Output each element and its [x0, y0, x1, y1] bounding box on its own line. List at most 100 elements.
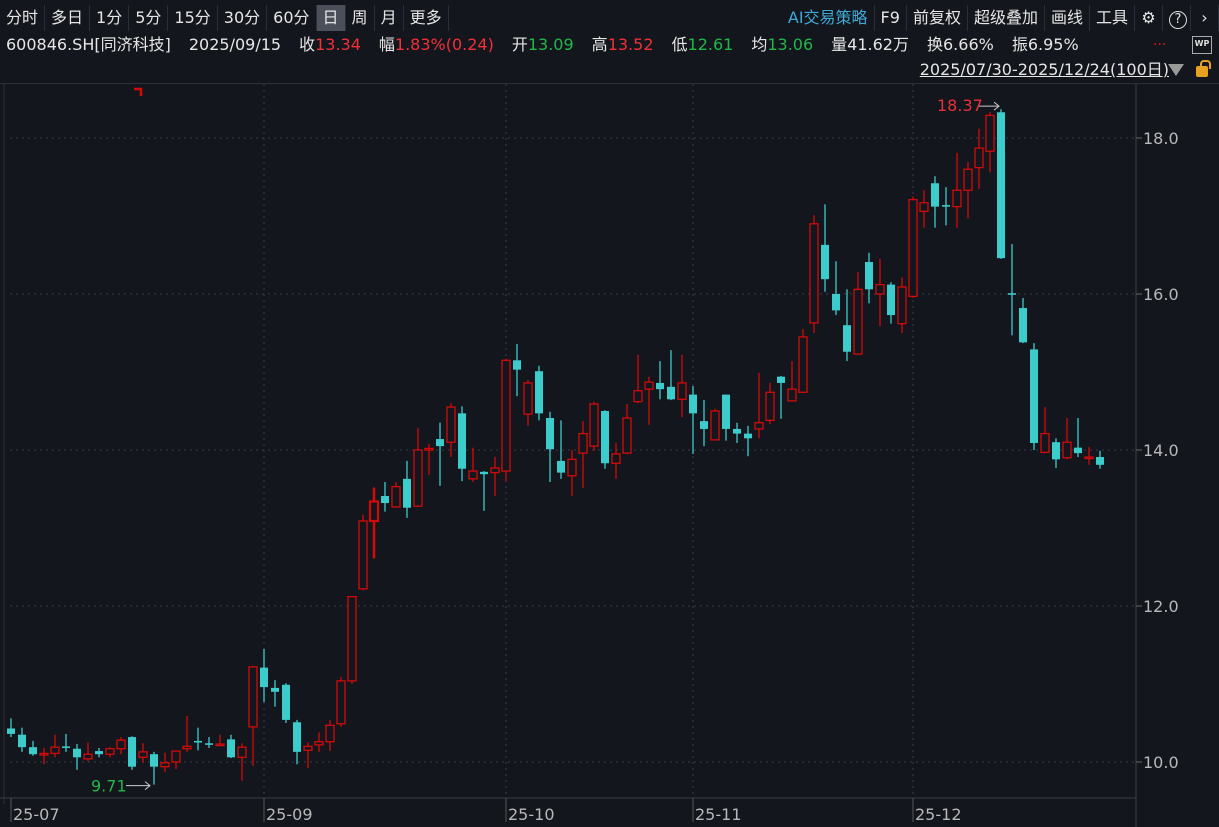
candle [160, 752, 170, 773]
candle [578, 421, 588, 489]
period-tab[interactable]: 30分 [218, 5, 268, 31]
candle-body [578, 432, 588, 454]
candle-body [1008, 293, 1016, 295]
toolbar-button[interactable]: AI交易策略 [782, 5, 875, 31]
candle-body [424, 447, 434, 451]
more-indicator[interactable]: ... [1153, 33, 1166, 49]
candle [1019, 297, 1027, 344]
y-tick-label: 16.0 [1143, 285, 1179, 304]
candle [138, 743, 148, 763]
y-tick-label: 12.0 [1143, 597, 1179, 616]
period-tab[interactable]: 60分 [267, 5, 317, 31]
candle [546, 411, 554, 482]
candle [358, 514, 368, 591]
symbol: 600846.SH[同济科技] [6, 35, 171, 54]
period-tab[interactable]: 15分 [168, 5, 218, 31]
candle [83, 742, 93, 762]
period-tab[interactable]: 更多 [404, 5, 449, 31]
date: 2025/09/15 [188, 35, 282, 54]
candle [611, 442, 621, 479]
chevron-right-icon[interactable]: › [1191, 5, 1219, 31]
period-tab[interactable]: 5分 [129, 5, 169, 31]
candle-body [248, 666, 258, 728]
candle-body [744, 433, 752, 439]
candle [128, 736, 136, 770]
high-annotation: 18.37 [937, 96, 983, 115]
period-tab[interactable]: 周 [346, 5, 375, 31]
candle [1040, 407, 1050, 454]
candle [7, 718, 15, 738]
candle-body [1062, 441, 1072, 459]
candle-body [557, 460, 565, 473]
candle-body [271, 687, 279, 692]
candle-body [589, 403, 599, 447]
candle [667, 350, 675, 401]
candle-body [50, 746, 60, 755]
candle [314, 732, 324, 752]
candle [733, 422, 741, 443]
candle [722, 394, 730, 441]
candle-body [722, 394, 730, 429]
toolbar-button[interactable]: 前复权 [907, 5, 968, 31]
candle [997, 109, 1005, 259]
candle [777, 375, 785, 419]
dropdown-triangle-icon[interactable] [1168, 64, 1184, 76]
gear-icon[interactable]: ⚙ [1135, 5, 1163, 31]
period-tab[interactable]: 分时 [0, 5, 46, 31]
candle-body [29, 747, 37, 755]
toolbar-button[interactable]: 画线 [1045, 5, 1090, 31]
candle-body [843, 325, 851, 352]
toolbar-button[interactable]: 超级叠加 [968, 5, 1045, 31]
candle [1052, 438, 1060, 468]
x-tick-label: 25-11 [695, 805, 742, 824]
candle-body [667, 386, 675, 400]
candle [50, 734, 60, 758]
candle [468, 447, 478, 482]
period-tab[interactable]: 多日 [45, 5, 91, 31]
unlock-icon[interactable] [1196, 60, 1211, 77]
candle [567, 450, 577, 497]
candle [523, 379, 533, 426]
candle-body [974, 147, 984, 169]
candle [513, 343, 521, 397]
period-tab[interactable]: 1分 [90, 5, 130, 31]
open-label: 开 [511, 35, 528, 54]
toolbar-button[interactable]: 工具 [1090, 5, 1135, 31]
candle [875, 258, 885, 326]
period-tab[interactable]: 日 [316, 5, 346, 31]
candle [897, 277, 907, 333]
candle [689, 386, 697, 454]
candle [368, 487, 380, 559]
candle [73, 744, 81, 770]
candle [677, 354, 687, 418]
candle-body [413, 449, 423, 507]
toolbar-button[interactable]: F9 [875, 5, 907, 31]
candle [381, 481, 389, 512]
candle [535, 365, 543, 421]
wp-monitor-icon[interactable]: WP [1192, 36, 1212, 54]
candle-body [368, 500, 380, 523]
candle-body [436, 439, 444, 447]
x-tick-label: 25-07 [13, 805, 60, 824]
candle-body [809, 223, 819, 324]
candle-body [1019, 308, 1027, 343]
candle-body [347, 595, 357, 682]
candle [501, 358, 511, 482]
candle-body [865, 262, 873, 290]
candle-body [138, 751, 148, 758]
help-icon[interactable]: ? [1163, 5, 1191, 31]
candlestick-chart[interactable]: 10.0 12.0 14.0 16.0 18.0 25-07 25-09 25-10 25-11… [0, 84, 1219, 827]
x-tick-label: 25-09 [266, 805, 313, 824]
candle [227, 734, 235, 759]
turnover-label: 换 [926, 35, 943, 54]
toolbar: 分时 多日 1分 5分 15分 30分 60分日周月更多 AI交易策略 F9 前复权 超级叠加 画线… [0, 5, 1219, 31]
candle-body [325, 724, 335, 743]
candle [105, 747, 115, 758]
candle [887, 282, 895, 324]
candle-body [535, 371, 543, 414]
candle-body [293, 722, 301, 752]
period-tab[interactable]: 月 [375, 5, 404, 31]
close-label: 收 [299, 35, 316, 54]
date-range-selector[interactable]: 2025/07/30-2025/12/24(100日) [920, 59, 1169, 81]
avg-value: 13.06 [767, 35, 814, 54]
